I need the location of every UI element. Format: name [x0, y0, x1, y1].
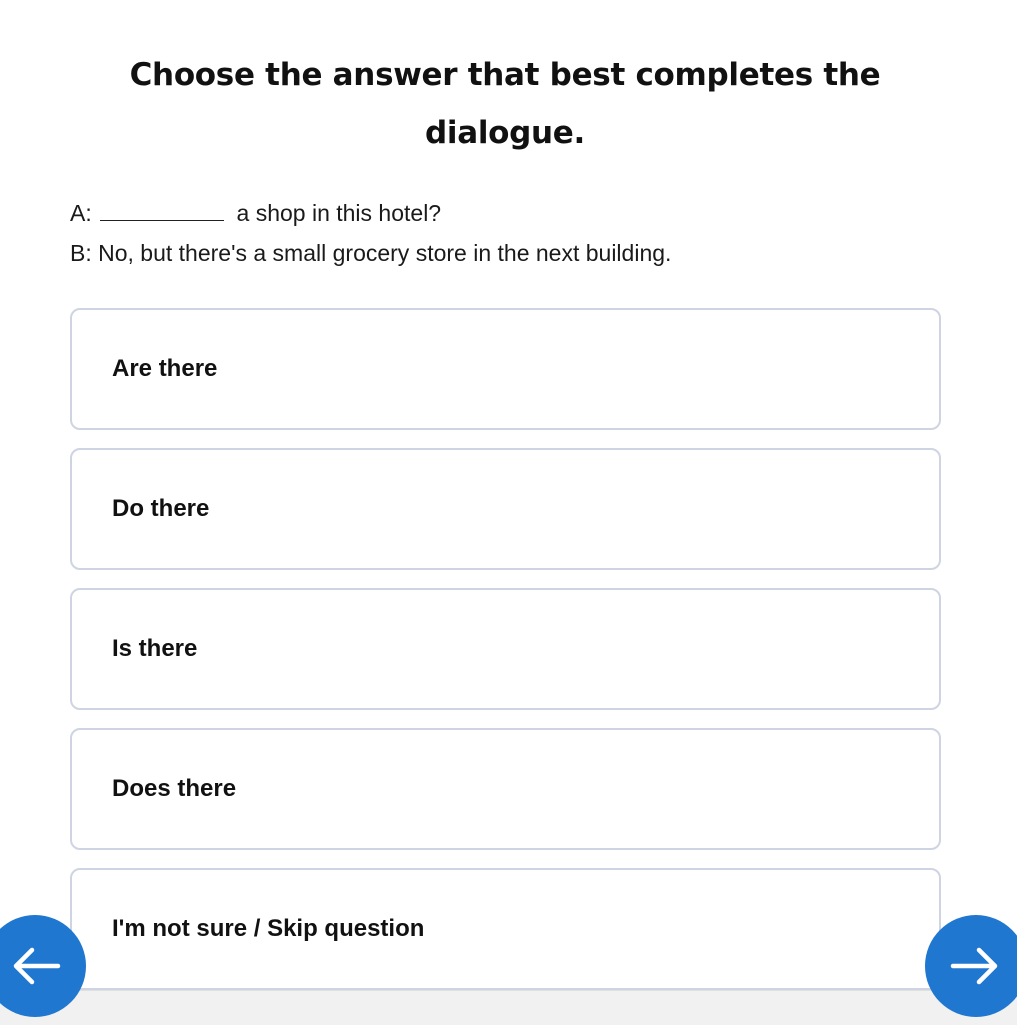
bottom-bar [0, 990, 1017, 1025]
arrow-left-icon [8, 946, 62, 986]
arrow-right-icon [949, 946, 1003, 986]
option-label: I'm not sure / Skip question [112, 915, 425, 942]
next-button[interactable] [925, 915, 1017, 1017]
speaker-a-label: A: [70, 200, 92, 226]
option-does-there[interactable]: Does there [70, 728, 941, 850]
option-label: Is there [112, 635, 198, 662]
option-are-there[interactable]: Are there [70, 308, 941, 430]
dialogue-line-b: B: No, but there's a small grocery store… [70, 240, 672, 266]
dialogue-line-a: A: a shop in this hotel? [70, 196, 671, 236]
dialogue-line-a-text: a shop in this hotel? [236, 200, 442, 226]
question-title: Choose the answer that best completes th… [129, 57, 881, 151]
option-label: Do there [112, 495, 210, 522]
answer-options: Are there Do there Is there Does there I… [70, 308, 941, 1008]
option-skip-question[interactable]: I'm not sure / Skip question [70, 868, 941, 990]
dialogue: A: a shop in this hotel? B: No, but ther… [70, 196, 671, 276]
option-do-there[interactable]: Do there [70, 448, 941, 570]
option-label: Does there [112, 775, 237, 802]
option-is-there[interactable]: Is there [70, 588, 941, 710]
answer-blank [100, 200, 225, 221]
option-label: Are there [112, 355, 218, 382]
